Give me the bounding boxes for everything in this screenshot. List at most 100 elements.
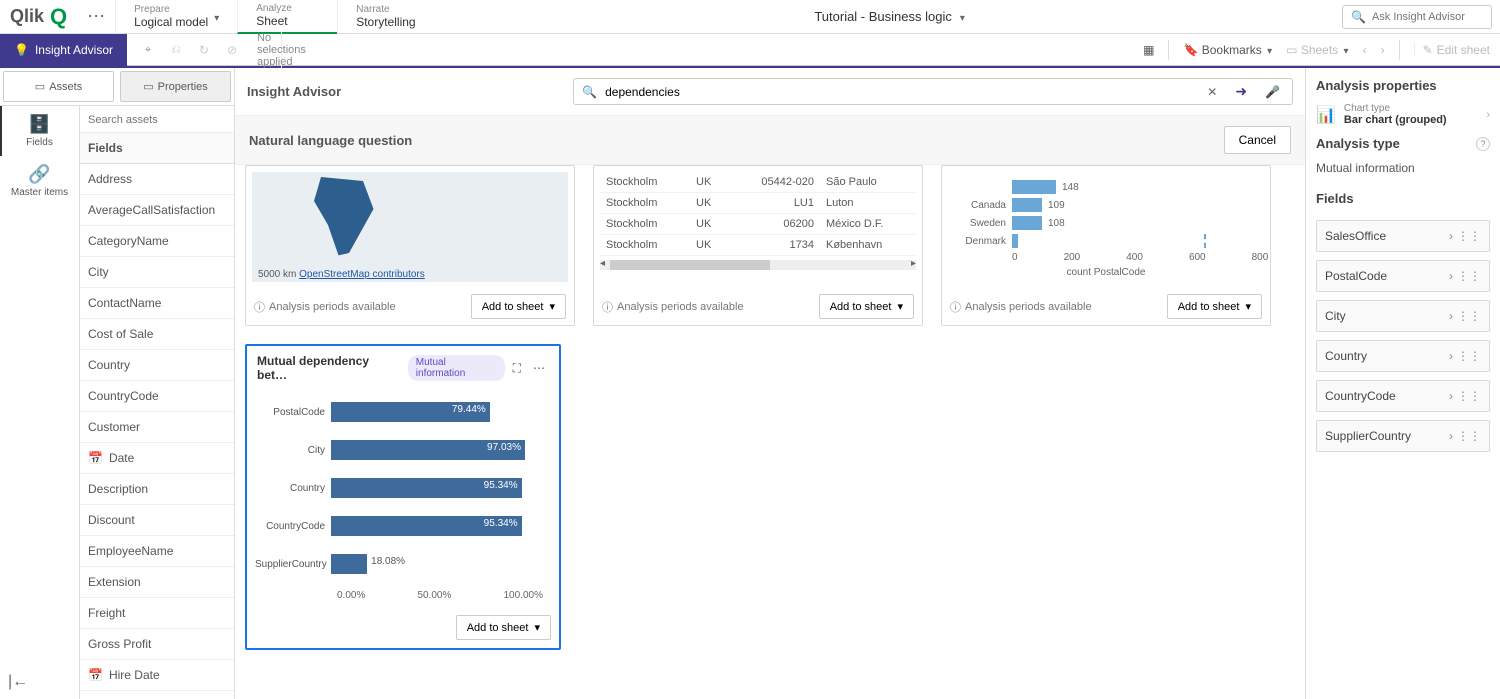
app-logo[interactable]: Qlik Q (0, 4, 77, 30)
clear-sel-icon[interactable]: ⊘ (223, 43, 241, 57)
field-item[interactable]: 📅Date (80, 443, 234, 474)
insight-search-input[interactable] (605, 85, 1195, 99)
table-row[interactable]: StockholmUK1734København (600, 235, 916, 256)
field-item[interactable]: Extension (80, 567, 234, 598)
microphone-icon[interactable]: 🎤 (1261, 85, 1284, 99)
edit-sheet-button[interactable]: ✎ Edit sheet (1414, 43, 1490, 57)
drag-handle-icon[interactable]: ⋮⋮ (1457, 389, 1481, 403)
more-icon[interactable]: ⋯ (529, 361, 549, 375)
ask-insight-search[interactable]: 🔍 (1342, 5, 1492, 29)
bookmarks-button[interactable]: 🔖 Bookmarks (1183, 43, 1272, 57)
field-chip[interactable]: Country›⋮⋮ (1316, 340, 1490, 372)
add-to-sheet-button[interactable]: Add to sheet ▾ (456, 615, 551, 640)
tab-prepare[interactable]: Prepare Logical model (115, 0, 237, 33)
prev-sheet-icon[interactable]: ‹ (1363, 43, 1367, 57)
scroll-thumb[interactable] (610, 260, 770, 270)
tab-narrate[interactable]: Narrate Storytelling (337, 0, 437, 33)
left-toggle: ▭ Assets ▭ Properties (0, 68, 234, 106)
field-item[interactable]: Freight (80, 598, 234, 629)
mutual-info-chart[interactable]: PostalCode79.44%City97.03%Country95.34%C… (247, 390, 559, 607)
map-credit-link[interactable]: OpenStreetMap contributors (299, 269, 425, 280)
insight-search[interactable]: 🔍 ✕ ➜ 🎤 (573, 78, 1293, 105)
drag-handle-icon[interactable]: ⋮⋮ (1457, 309, 1481, 323)
chevron-down-icon[interactable] (958, 9, 965, 24)
field-chip[interactable]: SupplierCountry›⋮⋮ (1316, 420, 1490, 452)
collapse-panel-icon[interactable]: |← (0, 665, 79, 699)
submit-arrow-icon[interactable]: ➜ (1229, 83, 1253, 100)
properties-toggle[interactable]: ▭ Properties (120, 71, 231, 102)
global-menu-icon[interactable]: ⋯ (77, 6, 115, 27)
field-item[interactable]: AverageCallSatisfaction (80, 195, 234, 226)
minibar-viz[interactable]: 148Canada109Sweden108Denmark020040060080… (948, 172, 1264, 282)
chevron-right-icon[interactable]: › (1449, 309, 1453, 323)
field-item[interactable]: Cost of Sale (80, 319, 234, 350)
insight-advisor-button[interactable]: 💡 Insight Advisor (0, 34, 127, 66)
table-row[interactable]: StockholmUKLU1Luton (600, 193, 916, 214)
fields-search[interactable] (80, 106, 234, 133)
tab-analyze[interactable]: Analyze Sheet (237, 0, 337, 34)
field-item[interactable]: CategoryName (80, 226, 234, 257)
ask-insight-input[interactable] (1372, 11, 1483, 23)
clear-search-icon[interactable]: ✕ (1203, 85, 1221, 99)
field-item[interactable]: Address (80, 164, 234, 195)
sheets-button[interactable]: ▭ Sheets (1286, 43, 1348, 57)
chevron-right-icon[interactable]: › (1486, 109, 1490, 121)
chevron-down-icon[interactable] (1265, 43, 1272, 57)
field-item[interactable]: 📅Hire Date (80, 660, 234, 691)
step-fwd-icon[interactable]: ↻ (195, 43, 213, 57)
field-item[interactable]: CountryCode (80, 381, 234, 412)
drag-handle-icon[interactable]: ⋮⋮ (1457, 269, 1481, 283)
cards-area[interactable]: 5000 km OpenStreetMap contributors ⓘAnal… (235, 165, 1305, 699)
field-item[interactable]: Gross Profit (80, 629, 234, 660)
add-to-sheet-button[interactable]: Add to sheet ▾ (1167, 294, 1262, 319)
fields-search-input[interactable] (88, 114, 226, 126)
chevron-right-icon[interactable]: › (1449, 269, 1453, 283)
field-item[interactable]: Description (80, 474, 234, 505)
drag-handle-icon[interactable]: ⋮⋮ (1457, 429, 1481, 443)
chevron-right-icon[interactable]: › (1449, 349, 1453, 363)
chart-type-row[interactable]: 📊 Chart type Bar chart (grouped) › (1316, 103, 1490, 126)
table-cell: Stockholm (600, 176, 690, 188)
field-item[interactable]: Country (80, 350, 234, 381)
step-back-icon[interactable]: ⎌ (167, 42, 185, 57)
table-viz[interactable]: StockholmUK05442-020São PauloStockholmUK… (600, 172, 916, 256)
chevron-right-icon[interactable]: › (1449, 229, 1453, 243)
field-item[interactable]: Discount (80, 505, 234, 536)
add-to-sheet-button[interactable]: Add to sheet ▾ (471, 294, 566, 319)
nav-fields[interactable]: 🗄️ Fields (0, 106, 79, 156)
map-viz[interactable]: 5000 km OpenStreetMap contributors (252, 172, 568, 282)
drag-handle-icon[interactable]: ⋮⋮ (1457, 349, 1481, 363)
field-item[interactable]: EmployeeName (80, 536, 234, 567)
chevron-right-icon[interactable]: › (1449, 429, 1453, 443)
field-item[interactable]: Customer (80, 412, 234, 443)
add-to-sheet-button[interactable]: Add to sheet ▾ (819, 294, 914, 319)
app-title[interactable]: Tutorial - Business logic (437, 9, 1342, 24)
fields-list[interactable]: AddressAverageCallSatisfactionCategoryNa… (80, 164, 234, 699)
table-row[interactable]: StockholmUK06200México D.F. (600, 214, 916, 235)
analysis-pill[interactable]: Mutual information (408, 355, 505, 381)
chevron-down-icon[interactable] (212, 10, 219, 24)
smart-search-icon[interactable]: ⌖ (139, 42, 157, 57)
next-sheet-icon[interactable]: › (1381, 43, 1385, 57)
scroll-right-icon[interactable]: ▸ (911, 258, 916, 269)
chevron-right-icon[interactable]: › (1449, 389, 1453, 403)
field-chip[interactable]: SalesOffice›⋮⋮ (1316, 220, 1490, 252)
field-chip[interactable]: PostalCode›⋮⋮ (1316, 260, 1490, 292)
drag-handle-icon[interactable]: ⋮⋮ (1457, 229, 1481, 243)
assets-toggle[interactable]: ▭ Assets (3, 71, 114, 102)
expand-icon[interactable]: ⛶ (513, 361, 521, 376)
grid-icon[interactable]: ▦ (1143, 43, 1154, 57)
analysis-periods[interactable]: ⓘAnalysis periods available (602, 299, 744, 315)
cancel-button[interactable]: Cancel (1224, 126, 1291, 154)
analysis-periods[interactable]: ⓘAnalysis periods available (950, 299, 1092, 315)
scroll-left-icon[interactable]: ◂ (600, 258, 605, 269)
field-item[interactable]: ContactName (80, 288, 234, 319)
field-item[interactable]: City (80, 257, 234, 288)
field-chip[interactable]: CountryCode›⋮⋮ (1316, 380, 1490, 412)
nav-master-items[interactable]: 🔗 Master items (0, 156, 79, 206)
field-chip[interactable]: City›⋮⋮ (1316, 300, 1490, 332)
h-scrollbar[interactable]: ◂ ▸ (600, 260, 916, 270)
analysis-periods[interactable]: ⓘAnalysis periods available (254, 299, 396, 315)
help-icon[interactable]: ? (1476, 137, 1490, 151)
table-row[interactable]: StockholmUK05442-020São Paulo (600, 172, 916, 193)
